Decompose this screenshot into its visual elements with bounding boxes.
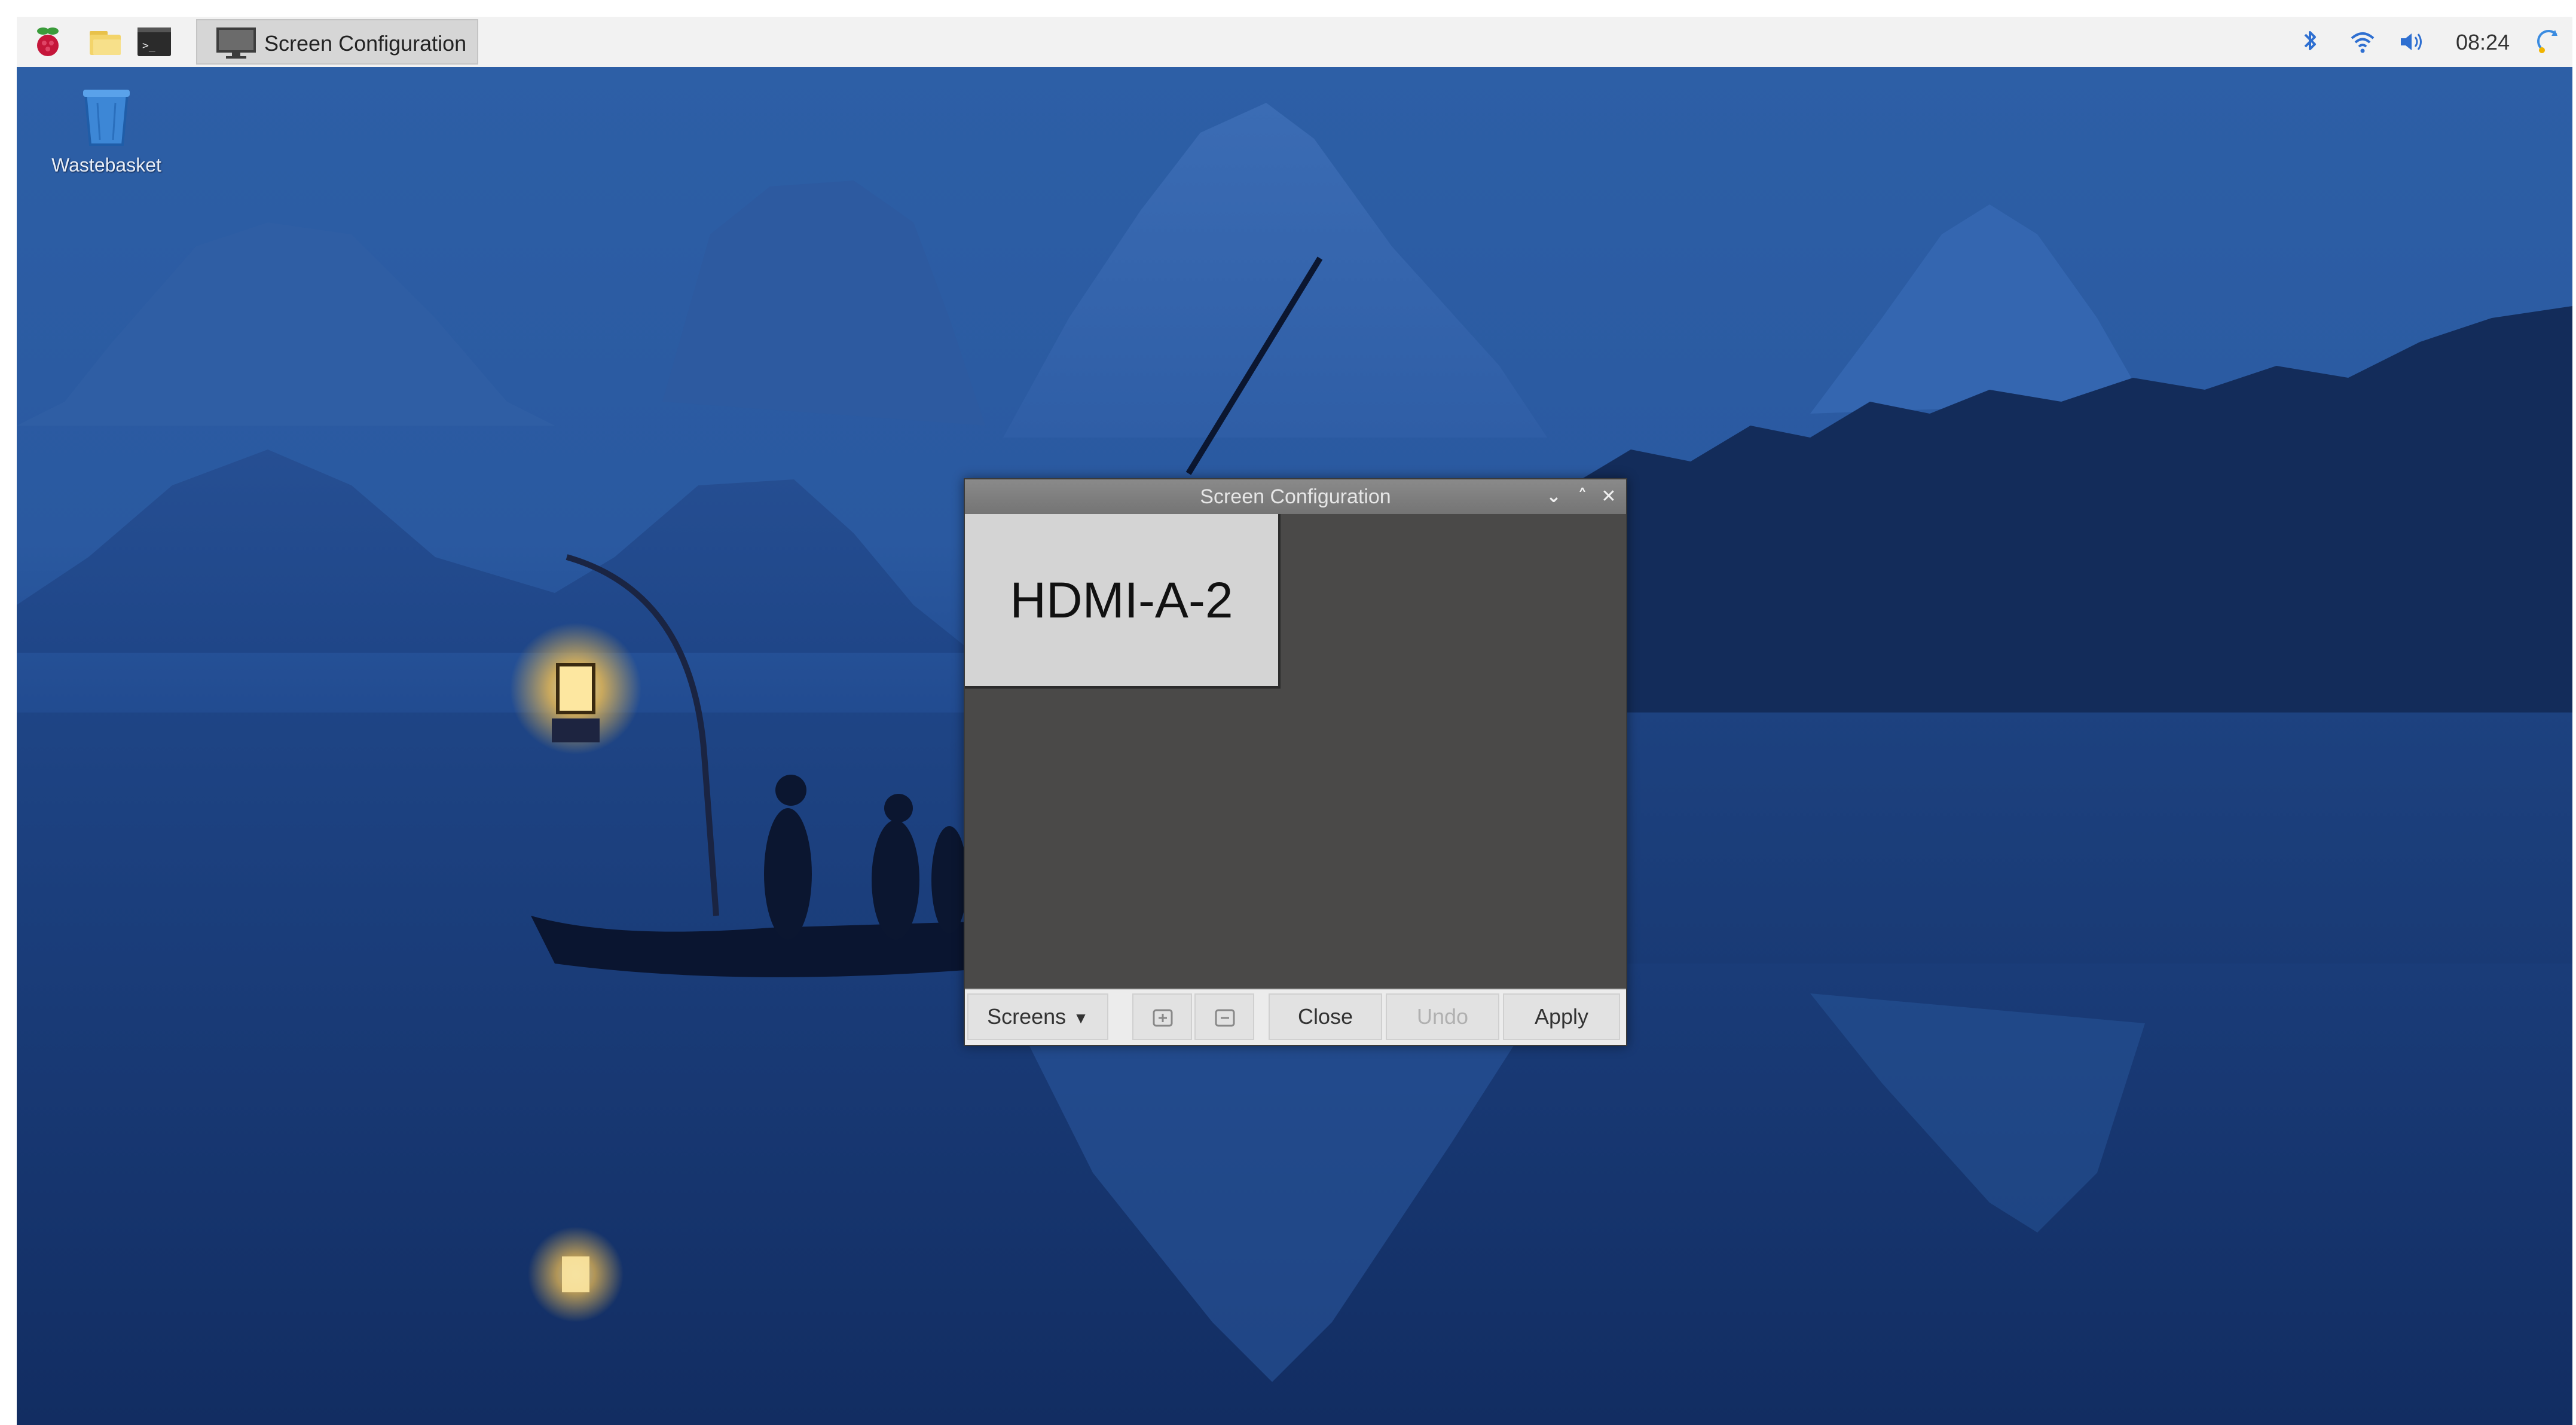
svg-text:>_: >_ <box>142 39 155 52</box>
terminal-icon[interactable]: >_ <box>136 24 172 60</box>
window-titlebar[interactable]: Screen Configuration ⌄ ˄ ✕ <box>965 479 1626 514</box>
taskbar-item-label: Screen Configuration <box>264 31 467 56</box>
undo-button[interactable]: Undo <box>1386 993 1499 1040</box>
zoom-in-icon <box>1153 1009 1173 1027</box>
clock[interactable]: 08:24 <box>2456 30 2510 55</box>
window-title: Screen Configuration <box>1200 485 1391 508</box>
screens-button-label: Screens <box>987 1004 1067 1029</box>
update-icon[interactable] <box>2534 26 2565 57</box>
bluetooth-icon[interactable] <box>2294 26 2326 57</box>
monitor-hdmi-a-2[interactable]: HDMI-A-2 <box>965 514 1281 689</box>
desktop-icon-wastebasket[interactable]: Wastebasket <box>29 85 184 176</box>
zoom-out-icon <box>1215 1009 1235 1027</box>
monitor-icon <box>216 27 256 59</box>
zoom-in-button[interactable] <box>1132 993 1192 1040</box>
desktop-icon-label: Wastebasket <box>51 154 161 176</box>
wifi-icon[interactable] <box>2347 26 2378 57</box>
zoom-out-button[interactable] <box>1194 993 1254 1040</box>
screens-menu-button[interactable]: Screens ▼ <box>967 993 1108 1040</box>
caret-down-icon: ▼ <box>1073 1009 1089 1028</box>
screen-configuration-window: Screen Configuration ⌄ ˄ ✕ HDMI-A-2 Scre… <box>964 478 1627 1046</box>
close-window-button[interactable]: ✕ <box>1596 484 1621 509</box>
maximize-button[interactable]: ˄ <box>1570 484 1595 509</box>
minimize-button[interactable]: ⌄ <box>1541 484 1566 509</box>
close-button[interactable]: Close <box>1269 993 1382 1040</box>
volume-icon[interactable] <box>2396 26 2427 57</box>
raspberry-menu-icon[interactable] <box>30 24 66 60</box>
taskbar-item-screen-configuration[interactable]: Screen Configuration <box>196 19 478 65</box>
wastebasket-icon <box>83 90 130 146</box>
apply-button[interactable]: Apply <box>1503 993 1620 1040</box>
taskbar: >_ Screen Configuration 08:24 <box>17 17 2572 68</box>
screen-layout-canvas[interactable]: HDMI-A-2 <box>965 514 1626 990</box>
window-button-bar: Screens ▼ Close Undo Apply <box>965 989 1626 1045</box>
monitor-label: HDMI-A-2 <box>1010 572 1233 628</box>
file-manager-icon[interactable] <box>87 24 123 60</box>
